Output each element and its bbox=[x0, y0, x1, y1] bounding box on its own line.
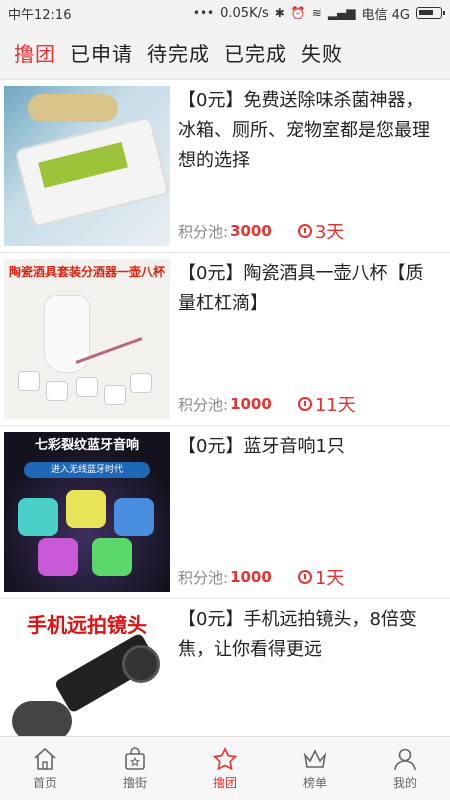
timer: 3天 bbox=[297, 218, 345, 244]
bottom-nav: 首页 撸街 撸团 榜单 我的 bbox=[0, 736, 450, 800]
item-meta: 积分池: 1000 1天 bbox=[178, 564, 344, 590]
item-title: 【0元】手机远拍镜头，8倍变焦，让你看得更远 bbox=[178, 609, 417, 660]
pool-label: 积分池: bbox=[178, 222, 229, 241]
signal-icon: ▂▄▆ bbox=[327, 6, 356, 20]
nav-label: 撸团 bbox=[212, 775, 237, 790]
list-item[interactable]: 陶瓷酒具套装分酒器一壶八杯 【0元】陶瓷酒具一壶八杯【质量杠杠滴】 积分池: 1… bbox=[0, 253, 450, 426]
days-left: 3天 bbox=[314, 222, 345, 243]
nav-label: 我的 bbox=[392, 775, 417, 790]
network-speed: 0.05K/s bbox=[220, 5, 269, 21]
nav-label: 撸街 bbox=[122, 775, 147, 790]
home-icon bbox=[32, 747, 58, 771]
nav-mine[interactable]: 我的 bbox=[360, 737, 450, 800]
item-meta: 积分池: 3000 3天 bbox=[178, 218, 344, 244]
battery-icon bbox=[416, 7, 445, 19]
status-time: 中午12:16 bbox=[8, 7, 72, 23]
nav-home[interactable]: 首页 bbox=[0, 737, 90, 800]
nav-label: 榜单 bbox=[302, 775, 327, 790]
timer: 11天 bbox=[297, 391, 356, 417]
product-image: 七彩裂纹蓝牙音响 进入无线蓝牙时代 bbox=[4, 432, 170, 592]
tab-pending[interactable]: 待完成 bbox=[147, 38, 210, 67]
product-image: 陶瓷酒具套装分酒器一壶八杯 bbox=[4, 259, 170, 419]
pool-value: 1000 bbox=[230, 568, 272, 586]
clock-icon bbox=[297, 224, 312, 238]
thumb-heading: 手机远拍镜头 bbox=[27, 613, 147, 637]
clock-icon bbox=[297, 570, 312, 584]
crown-icon bbox=[302, 747, 328, 771]
item-meta: 积分池: 1000 11天 bbox=[178, 391, 356, 417]
tab-completed[interactable]: 已完成 bbox=[224, 38, 287, 67]
status-bar: 中午12:16 ••• 0.05K/s ✱ ⏰ ≋ ▂▄▆ 电信 4G bbox=[0, 0, 450, 26]
days-left: 11天 bbox=[314, 395, 356, 416]
item-info: 【0元】蓝牙音响1只 积分池: 1000 1天 bbox=[170, 426, 450, 598]
wifi-icon: ≋ bbox=[311, 6, 322, 20]
list-item[interactable]: 手机远拍镜头 【0元】手机远拍镜头，8倍变焦，让你看得更远 bbox=[0, 599, 450, 736]
bluetooth-icon: ✱ bbox=[274, 6, 285, 20]
status-tabs: 撸团 已申请 待完成 已完成 失败 bbox=[0, 26, 450, 80]
product-image bbox=[4, 86, 170, 246]
tab-applied[interactable]: 已申请 bbox=[70, 38, 133, 67]
clock-icon bbox=[297, 397, 312, 411]
nav-label: 首页 bbox=[32, 775, 57, 790]
status-indicators: ••• 0.05K/s ✱ ⏰ ≋ ▂▄▆ 电信 4G bbox=[192, 4, 445, 23]
item-info: 【0元】陶瓷酒具一壶八杯【质量杠杠滴】 积分池: 1000 11天 bbox=[170, 253, 450, 425]
pool-label: 积分池: bbox=[178, 568, 229, 587]
pool-value: 1000 bbox=[230, 395, 272, 413]
item-title: 【0元】陶瓷酒具一壶八杯【质量杠杠滴】 bbox=[178, 263, 424, 314]
item-title: 【0元】免费送除味杀菌神器，冰箱、厕所、宠物室都是您最理想的选择 bbox=[178, 90, 430, 171]
alarm-icon: ⏰ bbox=[290, 6, 306, 20]
thumb-banner: 陶瓷酒具套装分酒器一壶八杯 bbox=[8, 265, 165, 279]
list-item[interactable]: 【0元】免费送除味杀菌神器，冰箱、厕所、宠物室都是您最理想的选择 积分池: 30… bbox=[0, 80, 450, 253]
list-item[interactable]: 七彩裂纹蓝牙音响 进入无线蓝牙时代 【0元】蓝牙音响1只 积分池: 1000 1… bbox=[0, 426, 450, 599]
nav-lujie[interactable]: 撸街 bbox=[90, 737, 180, 800]
days-left: 1天 bbox=[314, 568, 345, 589]
carrier-label: 电信 4G bbox=[361, 7, 410, 23]
nav-lutuan[interactable]: 撸团 bbox=[180, 737, 270, 800]
thumb-subheading: 进入无线蓝牙时代 bbox=[24, 462, 150, 478]
shopping-bag-icon bbox=[122, 746, 148, 771]
thumb-heading: 七彩裂纹蓝牙音响 bbox=[34, 438, 139, 453]
tab-lutuan[interactable]: 撸团 bbox=[14, 38, 56, 67]
user-icon bbox=[392, 747, 418, 771]
item-info: 【0元】手机远拍镜头，8倍变焦，让你看得更远 bbox=[170, 599, 450, 736]
more-dots: ••• bbox=[192, 6, 215, 20]
item-title: 【0元】蓝牙音响1只 bbox=[178, 436, 345, 457]
item-info: 【0元】免费送除味杀菌神器，冰箱、厕所、宠物室都是您最理想的选择 积分池: 30… bbox=[170, 80, 450, 252]
deal-list: 【0元】免费送除味杀菌神器，冰箱、厕所、宠物室都是您最理想的选择 积分池: 30… bbox=[0, 80, 450, 736]
nav-ranking[interactable]: 榜单 bbox=[270, 737, 360, 800]
pool-value: 3000 bbox=[230, 222, 272, 240]
tab-failed[interactable]: 失败 bbox=[301, 38, 343, 67]
star-icon bbox=[212, 746, 238, 771]
timer: 1天 bbox=[297, 564, 345, 590]
pool-label: 积分池: bbox=[178, 395, 229, 414]
product-image: 手机远拍镜头 bbox=[4, 605, 170, 736]
